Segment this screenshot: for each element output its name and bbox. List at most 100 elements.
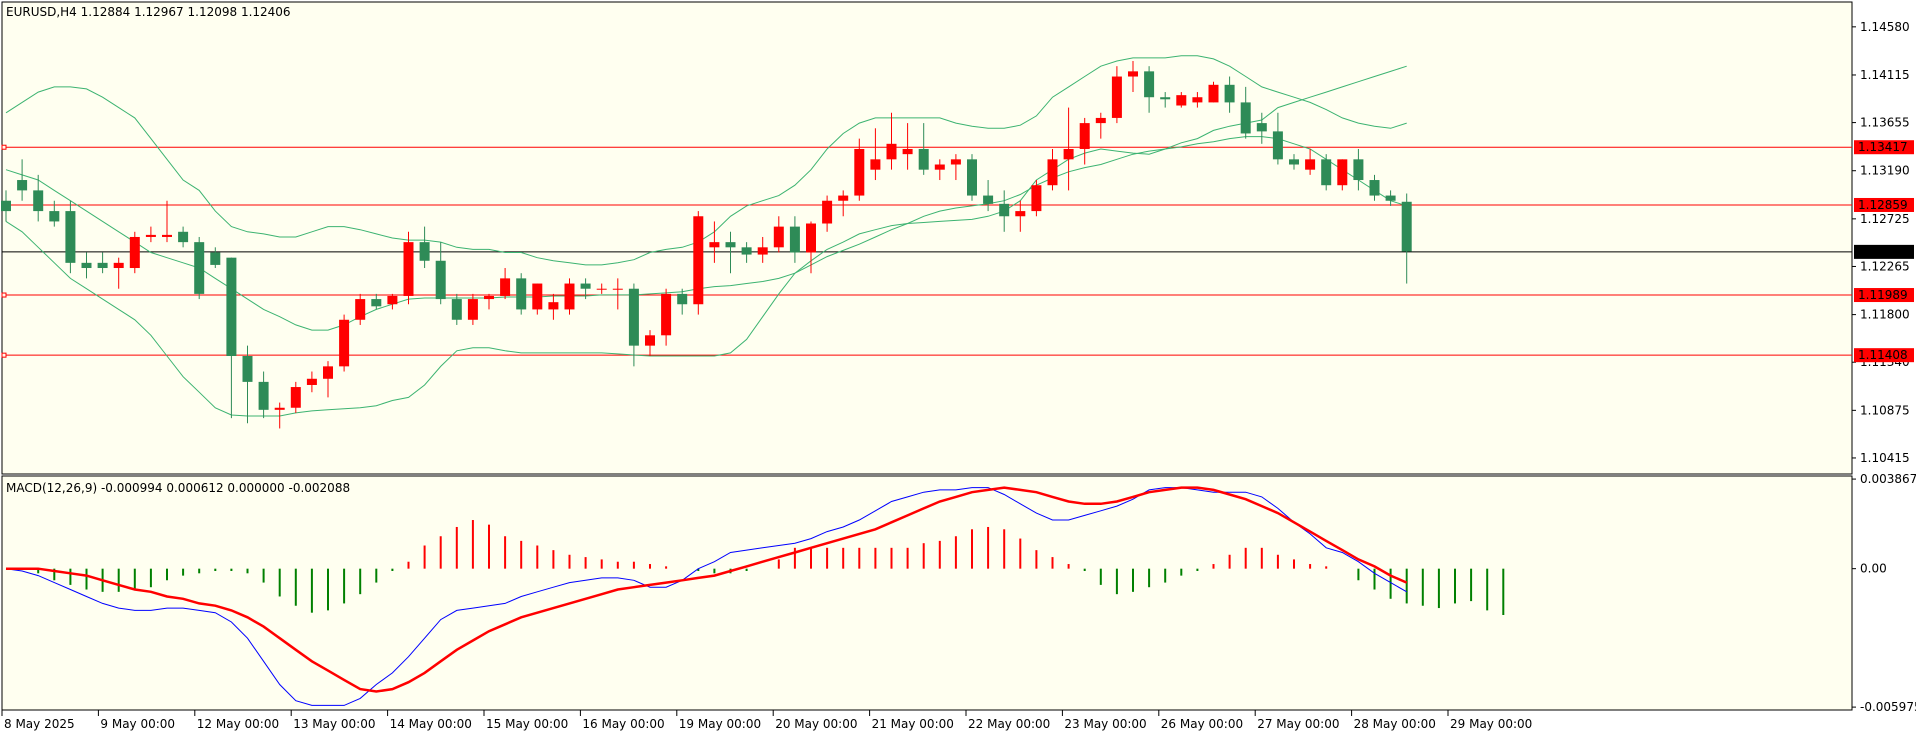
time-tick-label: 23 May 00:00: [1064, 717, 1146, 731]
candle-body: [1095, 117, 1106, 124]
price-tick-label: 1.10875: [1860, 403, 1910, 417]
chart-root: 1.14580 1.14115 1.13655 1.13190 1.12725 1.122…: [0, 0, 1916, 737]
candle-body: [258, 381, 269, 410]
time-tick-label: 27 May 00:00: [1257, 717, 1339, 731]
candle-body: [306, 378, 317, 385]
candle-body: [1369, 180, 1380, 196]
candle-body: [1144, 71, 1155, 98]
candle-body: [661, 293, 672, 336]
time-tick-label: 12 May 00:00: [197, 717, 279, 731]
candle-body: [516, 278, 527, 310]
price-tick-label: 1.14115: [1860, 68, 1910, 82]
chart-canvas: 1.14580 1.14115 1.13655 1.13190 1.12725 1.122…: [0, 0, 1916, 737]
candle-body: [548, 302, 559, 310]
price-level-marker: [1, 144, 7, 150]
candle-body: [1208, 84, 1219, 103]
candle-body: [1289, 159, 1299, 165]
price-tick-label: 1.13190: [1860, 164, 1910, 178]
candle-body: [1305, 159, 1316, 170]
price-title: EURUSD,H4 1.12884 1.12967 1.12098 1.1240…: [6, 5, 291, 19]
candle-body: [65, 211, 76, 263]
macd-tick-label: 0.00: [1860, 562, 1887, 576]
candle-body: [902, 148, 913, 155]
candle-body: [274, 407, 285, 410]
candle-body: [484, 295, 494, 300]
price-tick-label: 1.11800: [1860, 308, 1910, 322]
candle-body: [967, 159, 977, 196]
candle-body: [113, 262, 124, 269]
candle-body: [757, 247, 768, 255]
candle-body: [419, 242, 430, 261]
candle-body: [97, 262, 108, 269]
candle-body: [290, 387, 301, 408]
candle-body: [983, 195, 994, 204]
candle-body: [500, 278, 511, 296]
candle-body: [1176, 95, 1187, 106]
time-tick-label: 14 May 00:00: [390, 717, 472, 731]
price-tick-label: 1.12725: [1860, 212, 1910, 226]
time-tick-label: 13 May 00:00: [293, 717, 375, 731]
candle-body: [1111, 76, 1122, 118]
candle-body: [838, 195, 849, 201]
candle-body: [467, 299, 478, 320]
price-tick-label: 1.10415: [1860, 451, 1910, 465]
candle-body: [1063, 148, 1074, 160]
time-tick-label: 8 May 2025: [4, 717, 75, 731]
price-level-marker: [1, 352, 7, 358]
candle-body: [886, 143, 897, 160]
candle-body: [1, 200, 11, 212]
candle-body: [33, 190, 44, 212]
price-tick-label: 1.12265: [1860, 259, 1910, 273]
candle-body: [870, 159, 881, 170]
candle-body: [677, 293, 688, 305]
candle-body: [323, 366, 333, 379]
candle-body: [596, 288, 607, 290]
macd-title: MACD(12,26,9) -0.000994 0.000612 0.00000…: [6, 481, 350, 495]
candle-body: [1160, 97, 1171, 100]
candle-body: [226, 257, 237, 356]
time-tick-label: 28 May 00:00: [1354, 717, 1436, 731]
macd-pane: 0.003867 0.00 -0.005975 MACD(12,26,9) -0.0…: [1, 472, 1916, 714]
candle-body: [789, 226, 800, 253]
candle-body: [1015, 211, 1026, 217]
candle-body: [709, 242, 720, 248]
candle-body: [918, 148, 929, 170]
candle-body: [693, 216, 704, 305]
time-tick-label: 22 May 00:00: [968, 717, 1050, 731]
candle-body: [612, 288, 623, 290]
candle-body: [741, 247, 752, 255]
candle-body: [129, 236, 140, 269]
candle-body: [628, 288, 639, 346]
price-level-tag-label: 1.11408: [1858, 348, 1908, 362]
candle-body: [210, 252, 221, 265]
candle-body: [1240, 102, 1251, 134]
candle-body: [564, 283, 575, 310]
candle-body: [950, 159, 961, 165]
candle-body: [773, 226, 784, 248]
candle-body: [194, 242, 205, 294]
time-tick-label: 19 May 00:00: [679, 717, 761, 731]
time-tick-label: 26 May 00:00: [1161, 717, 1243, 731]
candle-body: [355, 299, 366, 320]
price-tick-label: 1.14580: [1860, 20, 1910, 34]
candle-body: [403, 242, 414, 296]
candle-body: [145, 234, 156, 237]
candle-body: [806, 223, 816, 253]
candle-body: [17, 180, 28, 191]
price-level-tag-label: 1.12859: [1858, 198, 1908, 212]
time-tick-label: 9 May 00:00: [100, 717, 175, 731]
time-tick-label: 15 May 00:00: [486, 717, 568, 731]
candle-body: [435, 260, 446, 300]
candle-body: [1337, 159, 1348, 186]
price-pane: 1.14580 1.14115 1.13655 1.13190 1.12725 1.122…: [1, 1, 1914, 475]
time-tick-label: 16 May 00:00: [582, 717, 664, 731]
candle-body: [162, 234, 172, 237]
candle-body: [999, 203, 1010, 217]
candle-body: [339, 319, 350, 367]
candle-body: [242, 356, 253, 382]
time-tick-label: 29 May 00:00: [1450, 717, 1532, 731]
current-price-tag-label: 1.12406: [1858, 245, 1908, 259]
candle-body: [1353, 159, 1364, 181]
candle-body: [49, 211, 60, 222]
candle-body: [1401, 201, 1412, 252]
